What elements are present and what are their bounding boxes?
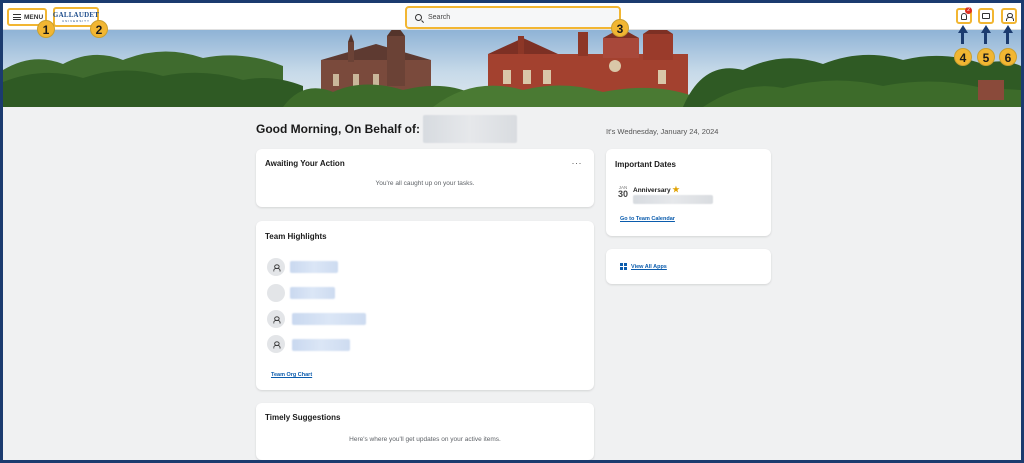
team-member-name[interactable] xyxy=(292,313,366,325)
notifications-button[interactable]: 2 xyxy=(956,7,972,24)
suggestions-title: Timely Suggestions xyxy=(265,413,341,422)
awaiting-message: You're all caught up on your tasks. xyxy=(375,180,475,187)
top-bar: MENU GALLAUDET UNIVERSITY Search 2 xyxy=(3,3,1021,30)
event-label: Anniversary xyxy=(633,187,671,194)
redacted-event-detail xyxy=(633,195,713,204)
logo-wordmark: GALLAUDET xyxy=(52,11,100,19)
notification-badge: 2 xyxy=(965,7,972,14)
search-input[interactable]: Search xyxy=(405,6,621,29)
star-icon: ★ xyxy=(672,185,680,194)
callout-3: 3 xyxy=(611,19,629,37)
team-member-name[interactable] xyxy=(290,261,338,273)
avatar[interactable] xyxy=(267,335,285,353)
avatar[interactable] xyxy=(267,284,285,302)
arrow-5-stem xyxy=(984,32,987,44)
current-date: It's Wednesday, January 24, 2024 xyxy=(606,127,719,136)
avatar[interactable] xyxy=(267,258,285,276)
search-placeholder: Search xyxy=(428,14,451,21)
apps-card: View All Apps xyxy=(606,249,771,284)
inbox-icon xyxy=(982,13,990,19)
important-dates-card: Important Dates JAN 30 Anniversary ★ Go … xyxy=(606,149,771,236)
person-icon xyxy=(273,315,281,324)
apps-grid-icon xyxy=(620,263,627,270)
person-icon xyxy=(273,263,281,272)
timely-suggestions-card: Timely Suggestions Here's where you'll g… xyxy=(256,403,594,460)
team-org-chart-link[interactable]: Team Org Chart xyxy=(271,372,312,378)
awaiting-action-card: Awaiting Your Action ··· You're all caug… xyxy=(256,149,594,207)
view-all-apps-link[interactable]: View All Apps xyxy=(631,264,667,270)
campus-illustration xyxy=(3,30,1021,107)
person-icon xyxy=(273,340,281,349)
inbox-button[interactable] xyxy=(978,8,994,24)
arrow-4-stem xyxy=(961,32,964,44)
callout-4: 4 xyxy=(954,48,972,66)
team-member-name[interactable] xyxy=(292,339,350,351)
important-dates-title: Important Dates xyxy=(615,160,676,169)
banner-image xyxy=(3,30,1021,107)
menu-icon xyxy=(13,14,21,20)
team-calendar-link[interactable]: Go to Team Calendar xyxy=(620,216,675,222)
callout-1: 1 xyxy=(37,20,55,38)
team-highlights-card: Team Highlights Team Org Chart xyxy=(256,221,594,390)
avatar[interactable] xyxy=(267,310,285,328)
callout-6: 6 xyxy=(999,48,1017,66)
team-member-name[interactable] xyxy=(290,287,335,299)
event-row: Anniversary ★ xyxy=(633,185,680,194)
menu-label: MENU xyxy=(24,13,44,21)
profile-button[interactable] xyxy=(1001,8,1017,24)
redacted-name xyxy=(423,115,517,143)
team-title: Team Highlights xyxy=(265,232,327,241)
callout-5: 5 xyxy=(977,48,995,66)
app-window: MENU GALLAUDET UNIVERSITY Search 2 Good … xyxy=(3,3,1021,460)
suggestions-message: Here's where you'll get updates on your … xyxy=(349,436,501,443)
callout-2: 2 xyxy=(90,20,108,38)
calendar-date: JAN 30 xyxy=(617,185,629,199)
arrow-6-stem xyxy=(1006,32,1009,44)
profile-icon xyxy=(1006,12,1014,21)
awaiting-title: Awaiting Your Action xyxy=(265,159,345,168)
logo-subtitle: UNIVERSITY xyxy=(61,19,90,23)
search-icon xyxy=(415,14,422,21)
more-options-icon[interactable]: ··· xyxy=(572,158,583,168)
page-title: Good Morning, On Behalf of: xyxy=(256,122,420,136)
calendar-day: 30 xyxy=(617,189,628,199)
